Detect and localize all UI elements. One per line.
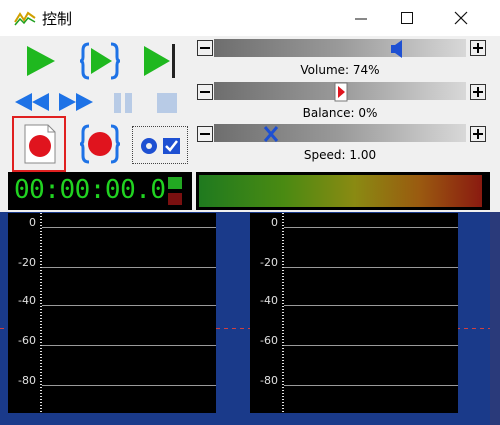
close-icon <box>454 11 468 25</box>
record-indicator-red <box>168 193 182 205</box>
time-counter: 00:00:00.0 <box>14 175 166 205</box>
record-check-icon <box>141 138 180 154</box>
balance-decrease-button[interactable] <box>197 84 213 100</box>
scope-right: 0 -20 -40 -60 -80 <box>250 213 458 413</box>
record-file-icon <box>24 124 56 164</box>
grid-line <box>284 305 458 306</box>
speed-label: Speed: 1.00 <box>303 148 377 162</box>
record-button[interactable] <box>12 116 66 172</box>
volume-label: Volume: 74% <box>300 63 380 77</box>
tick-label: -40 <box>260 294 278 307</box>
speed-slider-thumb[interactable] <box>262 124 280 144</box>
maximize-button[interactable] <box>384 0 430 36</box>
time-display: 00:00:00.0 <box>8 172 192 210</box>
level-meter-bar <box>199 175 482 207</box>
record-loop-button[interactable] <box>80 124 120 164</box>
speed-increase-button[interactable] <box>470 126 486 142</box>
balance-slider-thumb[interactable] <box>333 82 349 102</box>
scope-left-axis <box>40 213 42 413</box>
tick-label: -20 <box>260 256 278 269</box>
tick-label: -80 <box>18 374 36 387</box>
grid-line <box>42 305 216 306</box>
app-icon <box>14 11 36 26</box>
stop-button[interactable] <box>156 92 178 114</box>
record-indicator-green <box>168 177 182 189</box>
grid-line <box>42 267 216 268</box>
fast-forward-button[interactable] <box>58 92 94 112</box>
tick-label: -20 <box>18 256 36 269</box>
grid-line <box>284 227 458 228</box>
maximize-icon <box>401 12 413 24</box>
tick-label: -60 <box>260 334 278 347</box>
grid-line <box>42 345 216 346</box>
grid-line <box>42 227 216 228</box>
tick-label: 0 <box>29 216 36 229</box>
play-loop-button[interactable] <box>80 42 120 80</box>
volume-decrease-button[interactable] <box>197 40 213 56</box>
minimize-button[interactable] <box>338 0 384 36</box>
pause-button[interactable] <box>112 92 134 114</box>
scope-left: 0 -20 -40 -60 -80 <box>8 213 216 413</box>
volume-slider-thumb[interactable] <box>388 39 406 59</box>
close-button[interactable] <box>438 0 484 36</box>
speed-decrease-button[interactable] <box>197 126 213 142</box>
rewind-button[interactable] <box>14 92 50 112</box>
play-button[interactable] <box>24 44 58 78</box>
tick-label: -80 <box>260 374 278 387</box>
tick-label: 0 <box>271 216 278 229</box>
minimize-icon <box>355 18 367 20</box>
grid-line <box>284 267 458 268</box>
right-edge <box>490 212 500 425</box>
volume-increase-button[interactable] <box>470 40 486 56</box>
control-window: 控制 Volume: 74% Balance: 0% Speed: 1.00 0… <box>0 0 500 425</box>
title-bar: 控制 <box>0 0 500 36</box>
play-to-end-button[interactable] <box>142 44 178 78</box>
grid-line <box>284 385 458 386</box>
grid-line <box>284 345 458 346</box>
scope-right-axis <box>282 213 284 413</box>
grid-line <box>42 385 216 386</box>
window-title: 控制 <box>42 10 73 28</box>
record-options-button[interactable] <box>132 126 188 164</box>
tick-label: -40 <box>18 294 36 307</box>
balance-increase-button[interactable] <box>470 84 486 100</box>
tick-label: -60 <box>18 334 36 347</box>
balance-label: Balance: 0% <box>302 106 378 120</box>
volume-slider[interactable] <box>214 39 466 57</box>
level-meter <box>196 172 490 210</box>
speed-slider[interactable] <box>214 124 466 142</box>
